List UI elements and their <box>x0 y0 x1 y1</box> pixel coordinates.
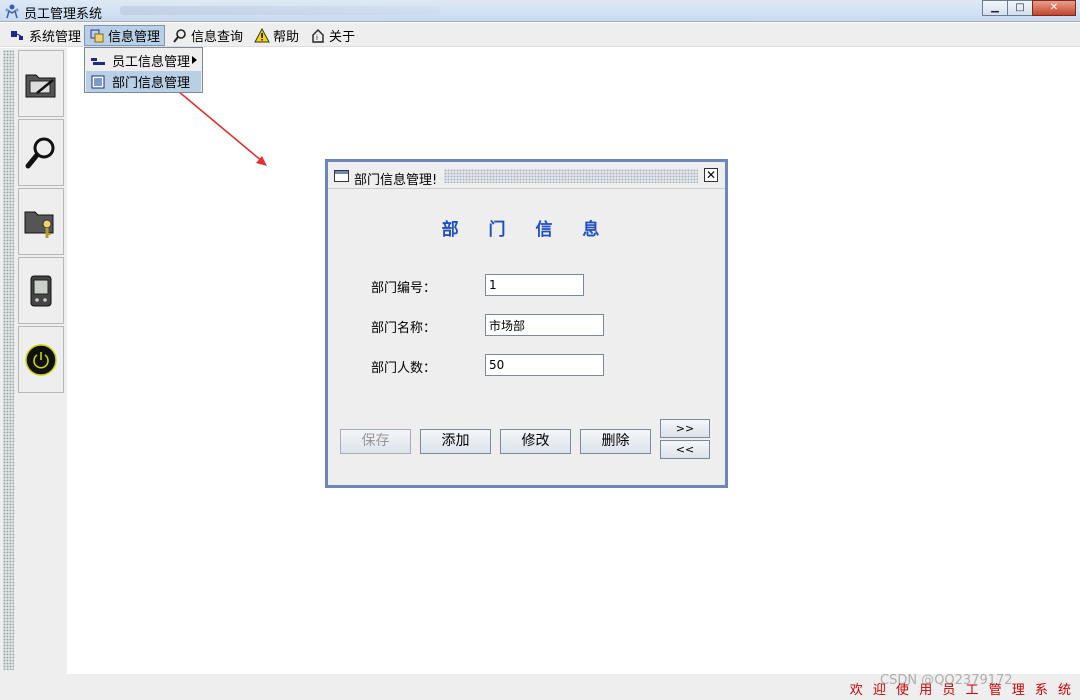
modify-button[interactable]: 修改 <box>500 429 571 454</box>
delete-button[interactable]: 删除 <box>580 429 651 454</box>
department-info-dialog: 部门信息管理! ✕ 部 门 信 息 部门编号： 部门名称： 部门人数： 保存 添… <box>325 159 728 488</box>
dept-count-input[interactable] <box>485 354 604 376</box>
dept-id-input[interactable] <box>485 274 584 296</box>
dept-count-label: 部门人数： <box>371 361 437 376</box>
department-manage-icon <box>91 75 105 88</box>
info-manage-dropdown: 员工信息管理 部门信息管理 <box>84 47 203 93</box>
employee-manage-icon <box>91 57 105 65</box>
dialog-title-bar[interactable]: 部门信息管理! ✕ <box>328 162 725 189</box>
dialog-close-button[interactable]: ✕ <box>704 168 718 182</box>
add-button[interactable]: 添加 <box>420 429 491 454</box>
dept-id-label: 部门编号： <box>371 281 437 296</box>
dialog-title: 部门信息管理! <box>354 173 438 188</box>
dept-name-input[interactable] <box>485 314 604 336</box>
window-icon <box>334 170 349 182</box>
watermark: CSDN @QQ2379172 <box>880 673 1013 688</box>
title-bar-texture <box>444 169 698 183</box>
menu-item-employee-manage[interactable]: 员工信息管理 <box>86 50 201 71</box>
menu-item-employee-manage-label: 员工信息管理 <box>112 55 191 70</box>
next-record-button[interactable]: >> <box>660 419 710 438</box>
menu-item-department-manage-label: 部门信息管理 <box>112 76 191 91</box>
dept-name-label: 部门名称： <box>371 321 437 336</box>
prev-record-button[interactable]: << <box>660 440 710 459</box>
submenu-arrow-icon <box>192 56 197 64</box>
dialog-heading: 部 门 信 息 <box>441 220 612 240</box>
save-button[interactable]: 保存 <box>340 429 411 454</box>
menu-item-department-manage[interactable]: 部门信息管理 <box>86 71 201 92</box>
close-icon: ✕ <box>705 168 717 182</box>
